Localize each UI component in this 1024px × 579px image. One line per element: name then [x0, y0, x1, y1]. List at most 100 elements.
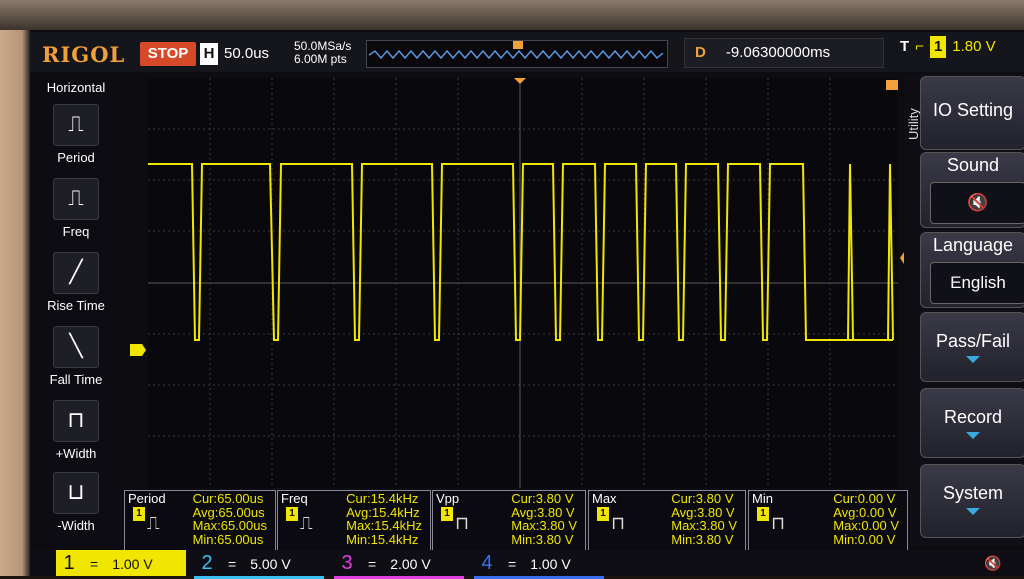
record-label: Record: [943, 407, 1003, 427]
measure-item-label: -Width: [57, 518, 95, 533]
measure-freq-button[interactable]: ⎍ Freq: [36, 178, 116, 244]
trigger-source: 1: [929, 36, 947, 58]
submenu-arrow-icon: [966, 432, 980, 439]
waveform-graticule[interactable]: [148, 78, 898, 488]
system-button[interactable]: System: [920, 464, 1024, 538]
measure-rise-time-button[interactable]: ╱ Rise Time: [36, 252, 116, 318]
measure-positive-width-button[interactable]: ⊓ +Width: [36, 400, 116, 466]
frequency-icon: ⎍: [53, 178, 99, 220]
measurement-source-badge: 1: [441, 507, 453, 521]
channel4-indicator[interactable]: 4 = 1.00 V: [474, 550, 604, 579]
measurement-source-badge: 1: [133, 507, 145, 521]
measurement-values: Cur:3.80 V Avg:3.80 V Max:3.80 V Min:3.80 V: [671, 491, 737, 547]
timebase-value: 50.0us: [224, 45, 270, 62]
speaker-muted-icon[interactable]: 🔇: [984, 550, 1014, 576]
measurement-title: Min: [752, 491, 773, 506]
channel-number: 2: [201, 552, 213, 574]
acquisition-info: 50.0MSa/s 6.00M pts: [294, 40, 351, 66]
negative-width-icon: ⊔: [53, 472, 99, 514]
pass-fail-button[interactable]: Pass/Fail: [920, 312, 1024, 382]
measure-negative-width-button[interactable]: ⊔ -Width: [36, 472, 116, 538]
pass-fail-label: Pass/Fail: [935, 331, 1011, 351]
trigger-edge-icon: ⌐: [915, 38, 924, 55]
trigger-level: 1.80 V: [952, 38, 996, 55]
measure-item-label: +Width: [55, 446, 97, 461]
channel3-indicator[interactable]: 3 = 2.00 V: [334, 550, 464, 579]
channel-coupling: =: [508, 556, 517, 572]
timebase-indicator[interactable]: H 50.0us: [200, 42, 288, 66]
channel-scale: 1.00 V: [112, 556, 153, 572]
measurement-frequency[interactable]: Freq 1 ⎍ Cur:15.4kHz Avg:15.4kHz Max:15.4k…: [277, 490, 431, 552]
measurement-values: Cur:65.00us Avg:65.00us Max:65.00us Min:65.…: [192, 491, 267, 547]
channel-scale: 2.00 V: [390, 556, 431, 572]
utility-menu-title: Utility: [906, 108, 921, 140]
measure-item-label: Freq: [62, 224, 90, 239]
trigger-time-marker: [886, 80, 898, 90]
instrument-top-edge: [0, 0, 1024, 30]
channel1-ground-marker: [130, 344, 146, 356]
max-icon: ⊓: [611, 513, 626, 533]
brand-logo: RIGOL: [42, 42, 126, 67]
submenu-arrow-icon: [966, 356, 980, 363]
channel-coupling: =: [368, 556, 377, 572]
memory-waveform-preview: [368, 41, 664, 60]
memory-overview-bar[interactable]: [366, 40, 668, 68]
measurement-title: Period: [128, 491, 166, 506]
delay-value: -9.06300000ms: [725, 44, 831, 61]
sound-label: Sound: [946, 155, 1000, 175]
measure-period-button[interactable]: ⎍ Period: [36, 104, 116, 170]
channel-scale: 5.00 V: [250, 556, 291, 572]
delay-indicator[interactable]: D -9.06300000ms: [684, 38, 884, 68]
rise-time-icon: ╱: [53, 252, 99, 294]
channel-number: 3: [341, 552, 353, 574]
channel-coupling: =: [90, 556, 99, 572]
frequency-icon: ⎍: [300, 513, 313, 533]
measurement-source-badge: 1: [286, 507, 298, 521]
trigger-label: T: [900, 38, 910, 55]
sound-toggle[interactable]: 🔇: [930, 182, 1024, 224]
channel1-indicator[interactable]: 1 = 1.00 V: [56, 550, 186, 576]
period-icon: ⎍: [53, 104, 99, 146]
measure-item-label: Rise Time: [47, 298, 105, 313]
channel-number: 1: [63, 552, 75, 574]
measure-item-label: Fall Time: [49, 372, 103, 387]
language-label: Language: [932, 235, 1014, 255]
measurement-title: Freq: [281, 491, 308, 506]
channel-scale: 1.00 V: [530, 556, 571, 572]
measurement-title: Max: [592, 491, 617, 506]
timebase-label: H: [200, 43, 218, 65]
measure-menu-title: Horizontal: [46, 80, 106, 95]
speaker-muted-icon: 🔇: [967, 193, 989, 212]
channel2-indicator[interactable]: 2 = 5.00 V: [194, 550, 324, 579]
measure-item-label: Period: [57, 150, 95, 165]
language-select[interactable]: English: [930, 262, 1024, 304]
io-setting-button[interactable]: IO Setting: [920, 76, 1024, 150]
measurement-min[interactable]: Min 1 ⊓ Cur:0.00 V Avg:0.00 V Max:0.00 V Mi…: [748, 490, 908, 552]
period-icon: ⎍: [147, 513, 160, 533]
min-icon: ⊓: [771, 513, 786, 533]
memory-depth: 6.00M pts: [294, 52, 347, 66]
measurement-vpp[interactable]: Vpp 1 ⊓ Cur:3.80 V Avg:3.80 V Max:3.80 V Mi…: [432, 490, 586, 552]
io-setting-label: IO Setting: [932, 100, 1014, 120]
positive-width-icon: ⊓: [53, 400, 99, 442]
delay-label: D: [695, 44, 706, 61]
waveform-display: [148, 78, 898, 488]
channel-number: 4: [481, 552, 493, 574]
vpp-icon: ⊓: [455, 513, 470, 533]
run-stop-status[interactable]: STOP: [140, 42, 196, 66]
measurement-values: Cur:3.80 V Avg:3.80 V Max:3.80 V Min:3.80 V: [511, 491, 577, 547]
language-value: English: [950, 273, 1006, 292]
system-label: System: [942, 483, 1003, 503]
measure-fall-time-button[interactable]: ╲ Fall Time: [36, 326, 116, 392]
trigger-indicator[interactable]: T ⌐ 1 1.80 V: [900, 36, 996, 58]
channel-coupling: =: [228, 556, 237, 572]
measurement-values: Cur:15.4kHz Avg:15.4kHz Max:15.4kHz Min:15.…: [346, 491, 422, 547]
fall-time-icon: ╲: [53, 326, 99, 368]
measurement-period[interactable]: Period 1 ⎍ Cur:65.00us Avg:65.00us Max:65.…: [124, 490, 276, 552]
measurement-max[interactable]: Max 1 ⊓ Cur:3.80 V Avg:3.80 V Max:3.80 V Mi…: [588, 490, 746, 552]
measurement-source-badge: 1: [597, 507, 609, 521]
measurement-values: Cur:0.00 V Avg:0.00 V Max:0.00 V Min:0.00 V: [833, 491, 899, 547]
record-button[interactable]: Record: [920, 388, 1024, 458]
submenu-arrow-icon: [966, 508, 980, 515]
measurement-title: Vpp: [436, 491, 460, 506]
